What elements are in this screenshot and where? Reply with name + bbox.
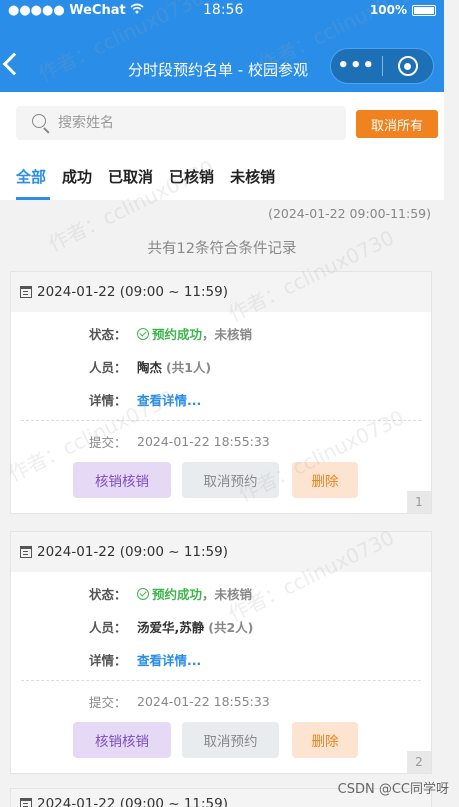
mini-program-capsule: ••• bbox=[330, 48, 434, 84]
check-circle-icon bbox=[137, 327, 149, 340]
search-icon bbox=[32, 114, 46, 128]
submit-label: 提交： bbox=[89, 695, 127, 710]
card-header: 2024-01-22 (09:00 ~ 11:59) bbox=[11, 532, 431, 572]
calendar-icon bbox=[20, 798, 32, 807]
verify-state: ，未核销 bbox=[202, 327, 253, 342]
cancel-all-button[interactable]: 取消所有 bbox=[356, 110, 438, 138]
people-label: 人员： bbox=[89, 360, 127, 375]
tab-success[interactable]: 成功 bbox=[54, 166, 100, 200]
filter-header: 取消所有 全部 成功 已取消 已核销 未核销 bbox=[0, 92, 444, 200]
target-circle-icon bbox=[397, 56, 418, 76]
detail-label: 详情： bbox=[89, 653, 127, 668]
battery-percent: 100% bbox=[369, 3, 407, 17]
detail-label: 详情： bbox=[89, 393, 127, 408]
page-title: 分时段预约名单 - 校园参观 bbox=[128, 61, 308, 79]
status-row: 状态： 预约成功 ，未核销 bbox=[89, 324, 252, 343]
tab-unverified[interactable]: 未核销 bbox=[222, 166, 283, 200]
battery-status: 100% bbox=[370, 3, 436, 17]
verify-state: ，未核销 bbox=[202, 587, 253, 602]
detail-row: 详情： 查看详情... bbox=[89, 390, 201, 409]
submit-label: 提交： bbox=[89, 435, 127, 450]
card-index-badge: 2 bbox=[407, 751, 431, 773]
search-box bbox=[16, 106, 346, 140]
status-value: 预约成功 bbox=[152, 327, 203, 342]
submit-row: 提交： 2024-01-22 18:55:33 bbox=[89, 692, 270, 711]
reservation-date: 2024-01-22 (09:00 ~ 11:59) bbox=[37, 544, 228, 560]
check-circle-icon bbox=[137, 587, 149, 600]
people-count: (共1人) bbox=[166, 360, 212, 375]
tab-verified[interactable]: 已核销 bbox=[161, 166, 222, 200]
reservation-card: 2024-01-22 (09:00 ~ 11:59) 状态： 预约成功 ，未核销… bbox=[10, 531, 432, 774]
reservation-date: 2024-01-22 (09:00 ~ 11:59) bbox=[37, 796, 228, 807]
status-label: 状态： bbox=[89, 587, 127, 602]
status-bar: ●●●●● WeChat 18:56 100% bbox=[0, 0, 444, 22]
back-icon[interactable] bbox=[2, 52, 26, 76]
search-input[interactable] bbox=[58, 110, 328, 136]
people-row: 人员： 汤爱华,苏静 (共2人) bbox=[89, 617, 253, 636]
view-detail-link[interactable]: 查看详情... bbox=[137, 650, 201, 669]
card-header: 2024-01-22 (09:00 ~ 11:59) bbox=[11, 272, 431, 312]
submit-time: 2024-01-22 18:55:33 bbox=[137, 434, 270, 449]
verify-button[interactable]: 核销核销 bbox=[73, 722, 171, 758]
tab-all[interactable]: 全部 bbox=[0, 166, 54, 200]
calendar-icon bbox=[20, 286, 32, 298]
cancel-reservation-button[interactable]: 取消预约 bbox=[182, 462, 279, 498]
reservation-card: 2024-01-22 (09:00 ~ 11:59) 状态： 预约成功 ，未核销… bbox=[10, 271, 432, 514]
status-time: 18:56 bbox=[203, 2, 244, 18]
people-count: (共2人) bbox=[208, 620, 254, 635]
reservation-date: 2024-01-22 (09:00 ~ 11:59) bbox=[37, 284, 228, 300]
carrier-signal: ●●●●● WeChat bbox=[8, 3, 144, 18]
verify-button[interactable]: 核销核销 bbox=[73, 462, 171, 498]
delete-button[interactable]: 删除 bbox=[292, 462, 358, 498]
filter-time-range: (2024-01-22 09:00-11:59) bbox=[268, 206, 431, 221]
card-divider bbox=[21, 680, 421, 681]
submit-time: 2024-01-22 18:55:33 bbox=[137, 694, 270, 709]
people-names: 汤爱华,苏静 bbox=[137, 620, 205, 635]
carrier-label: ●●●●● WeChat bbox=[8, 3, 126, 18]
card-divider bbox=[21, 420, 421, 421]
cancel-reservation-button[interactable]: 取消预约 bbox=[182, 722, 279, 758]
record-count-summary: 共有12条符合条件记录 bbox=[147, 241, 297, 257]
people-label: 人员： bbox=[89, 620, 127, 635]
status-tabs: 全部 成功 已取消 已核销 未核销 bbox=[0, 166, 283, 200]
submit-row: 提交： 2024-01-22 18:55:33 bbox=[89, 432, 270, 451]
battery-icon bbox=[412, 4, 436, 16]
csdn-watermark: CSDN @CC同学呀 bbox=[337, 782, 449, 797]
view-detail-link[interactable]: 查看详情... bbox=[137, 390, 201, 409]
delete-button[interactable]: 删除 bbox=[292, 722, 358, 758]
nav-bar: 分时段预约名单 - 校园参观 ••• bbox=[0, 22, 444, 92]
tab-cancelled[interactable]: 已取消 bbox=[100, 166, 161, 200]
people-row: 人员： 陶杰 (共1人) bbox=[89, 357, 211, 376]
detail-row: 详情： 查看详情... bbox=[89, 650, 201, 669]
card-index-badge: 1 bbox=[407, 491, 431, 513]
close-mini-program-button[interactable] bbox=[382, 56, 433, 76]
status-row: 状态： 预约成功 ，未核销 bbox=[89, 584, 252, 603]
status-label: 状态： bbox=[89, 327, 127, 342]
more-icon[interactable]: ••• bbox=[331, 48, 382, 84]
wifi-icon bbox=[130, 3, 144, 18]
calendar-icon bbox=[20, 546, 32, 558]
people-names: 陶杰 bbox=[137, 360, 163, 375]
status-value: 预约成功 bbox=[152, 587, 203, 602]
